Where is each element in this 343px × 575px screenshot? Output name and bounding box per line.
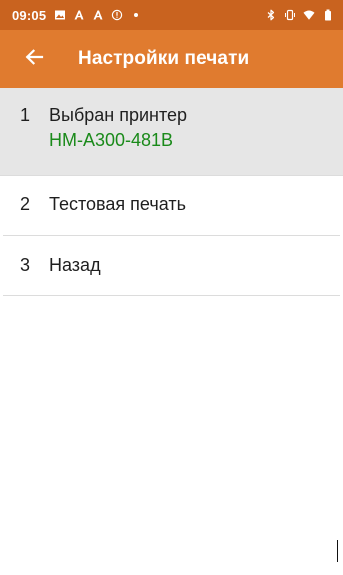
screen: 09:05 Настройки печати 1 Выбран принтер …	[0, 0, 343, 575]
status-time: 09:05	[12, 7, 47, 23]
pen-a-icon	[92, 9, 104, 21]
menu-item-text: Выбран принтер HM-A300-481B	[49, 105, 187, 151]
info-circle-icon	[111, 9, 123, 21]
text-cursor	[337, 540, 338, 562]
menu-item-label: Тестовая печать	[49, 194, 186, 214]
print-settings-menu: 1 Выбран принтер HM-A300-481B 2 Тестовая…	[0, 88, 343, 296]
battery-icon	[322, 9, 334, 21]
vibrate-icon	[284, 9, 296, 21]
menu-item-test-print[interactable]: 2 Тестовая печать	[3, 176, 340, 236]
menu-item-selected-printer[interactable]: 1 Выбран принтер HM-A300-481B	[0, 88, 343, 176]
back-button[interactable]	[22, 47, 46, 71]
arrow-left-icon	[24, 47, 44, 72]
pen-a-icon	[73, 9, 85, 21]
menu-item-number: 1	[20, 105, 31, 125]
bluetooth-icon	[265, 9, 277, 21]
dot-icon	[130, 9, 142, 21]
status-system-icons	[265, 9, 334, 21]
wifi-icon	[303, 9, 315, 21]
menu-item-number: 2	[20, 194, 31, 214]
menu-item-label: Выбран принтер	[49, 105, 188, 125]
menu-item-back[interactable]: 3 Назад	[3, 236, 340, 296]
menu-item-number: 3	[20, 255, 31, 275]
status-notification-icons	[54, 9, 142, 21]
printer-name: HM-A300-481B	[49, 130, 174, 150]
status-bar: 09:05	[0, 0, 343, 30]
app-bar: Настройки печати	[0, 30, 343, 88]
image-icon	[54, 9, 66, 21]
page-title: Настройки печати	[78, 48, 250, 69]
menu-item-label: Назад	[49, 255, 101, 275]
